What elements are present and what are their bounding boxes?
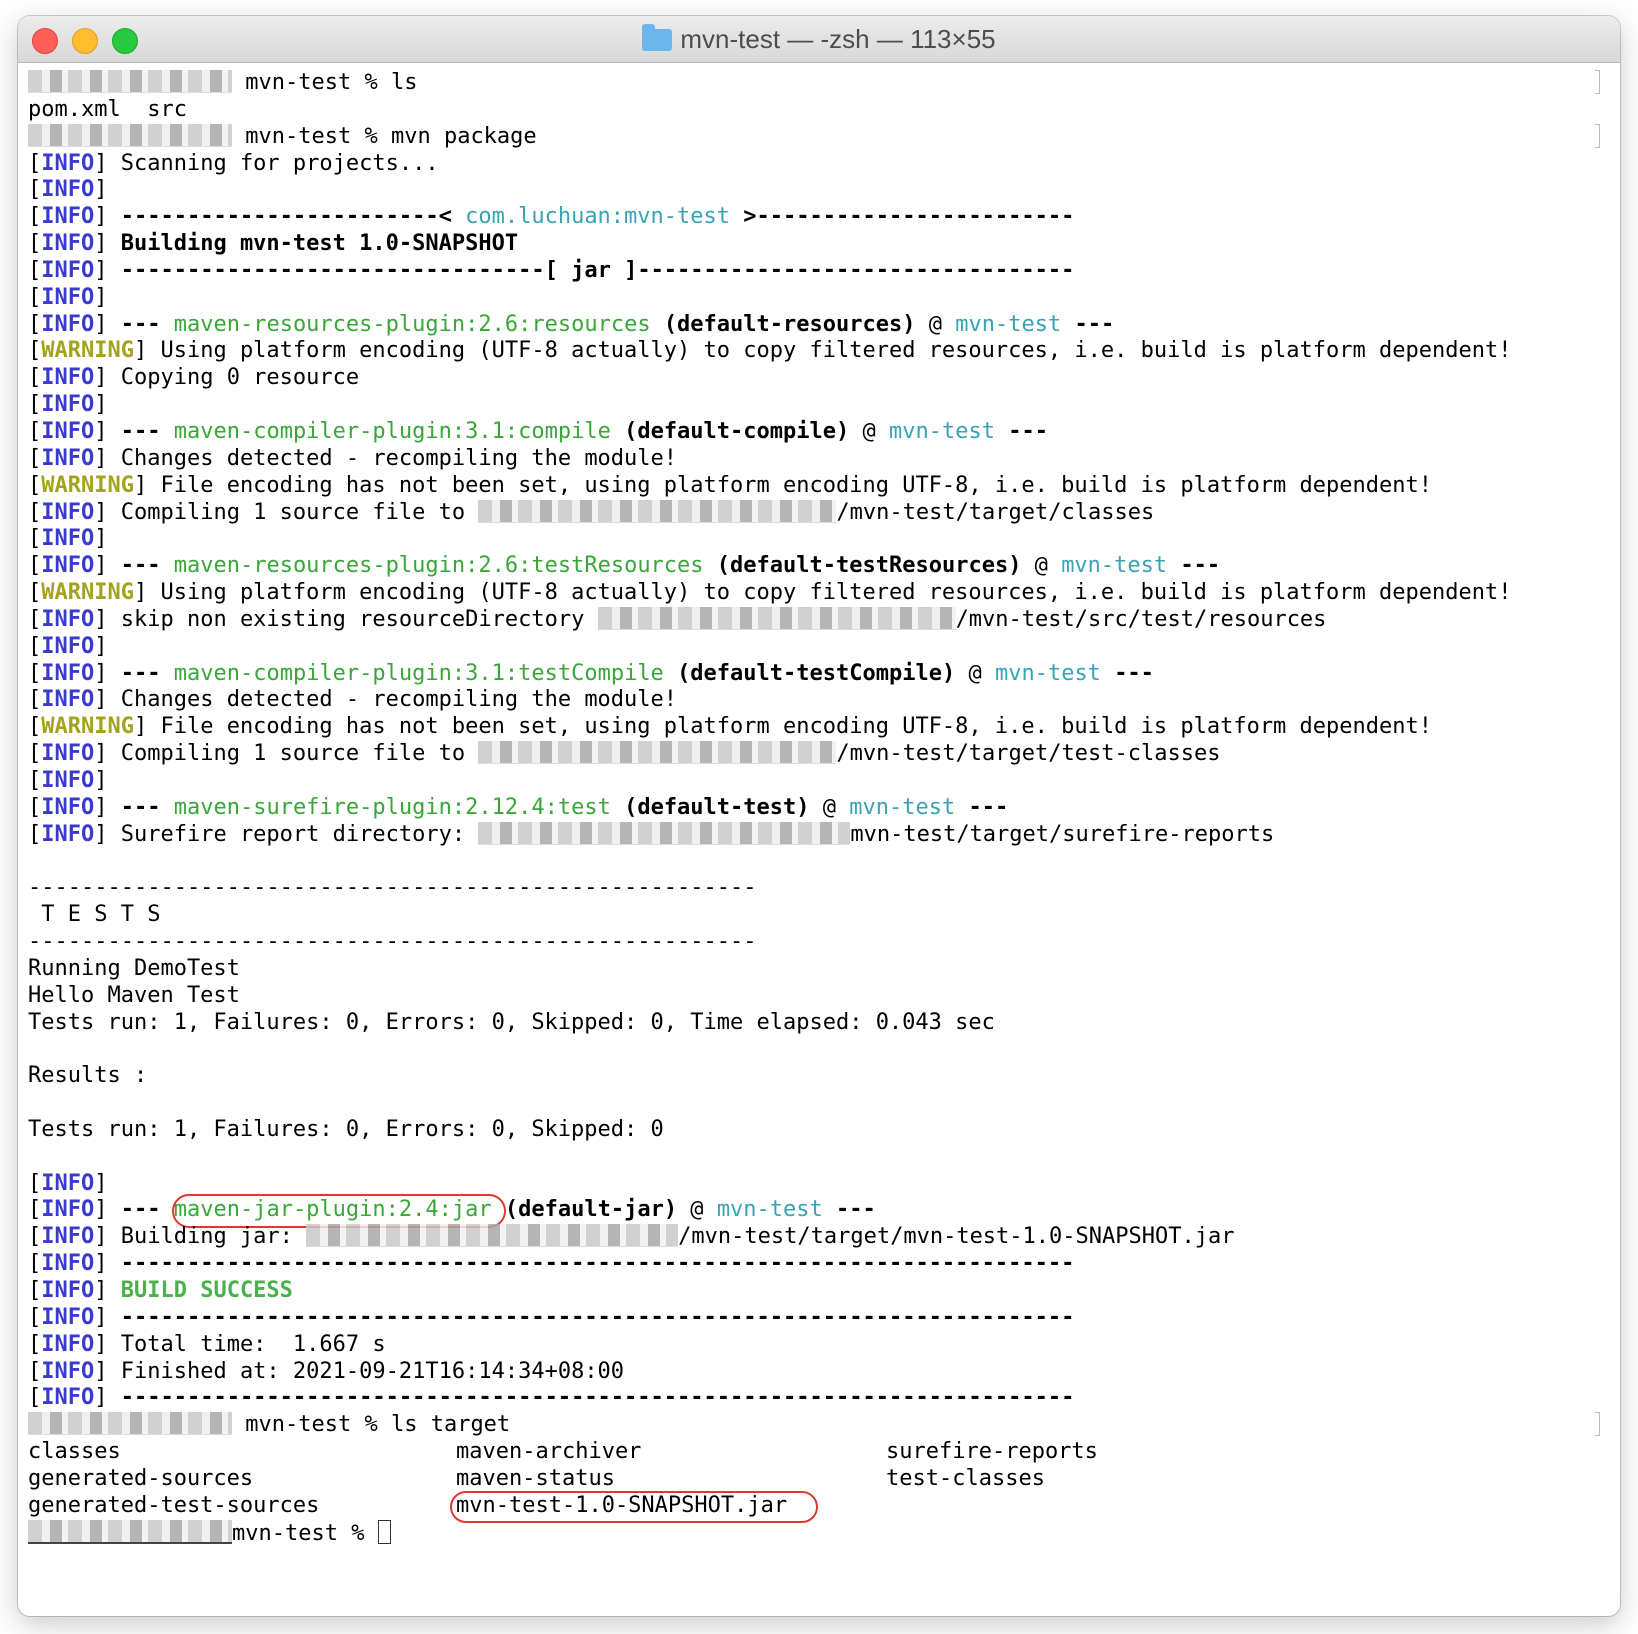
log-line: [INFO] Compiling 1 source file to /mvn-t… [28, 741, 1221, 767]
build-status: BUILD SUCCESS [120, 1277, 293, 1303]
test-stdout: Hello Maven Test [28, 982, 240, 1008]
redacted-path [478, 499, 837, 523]
list-item: maven-status [456, 1465, 615, 1491]
log-line: [INFO] BUILD SUCCESS [28, 1277, 293, 1303]
cursor-icon[interactable] [377, 1519, 391, 1544]
terminal-output[interactable]: mvn-test % ls pom.xml src mvn-test % mvn… [28, 70, 1612, 1546]
target-listing-row: classes maven-archiver surefire-reports [28, 1439, 1612, 1466]
target-listing-row: generated-test-sources mvn-test-1.0-SNAP… [28, 1490, 1612, 1523]
log-line: [INFO] --- maven-surefire-plugin:2.12.4:… [28, 794, 1009, 820]
log-line: [INFO] ---------------------------------… [28, 1251, 1075, 1277]
test-totals: Tests run: 1, Failures: 0, Errors: 0, Sk… [28, 1116, 664, 1142]
mark-bracket [1595, 123, 1600, 148]
test-summary: Tests run: 1, Failures: 0, Errors: 0, Sk… [28, 1009, 995, 1035]
test-running: Running DemoTest [28, 955, 240, 981]
prompt-line: mvn-test % [28, 1519, 1612, 1547]
tests-separator: ----------------------------------------… [28, 929, 757, 954]
redacted-path [306, 1224, 679, 1248]
target-listing-row: generated-sources maven-status test-clas… [28, 1466, 1612, 1493]
redacted-user-host [28, 1412, 232, 1436]
redacted-path [478, 821, 851, 845]
prompt-line: mvn-test % ls target [28, 1412, 1612, 1439]
log-line: [WARNING] Using platform encoding (UTF-8… [28, 580, 1512, 606]
log-line: [WARNING] File encoding has not been set… [28, 714, 1432, 740]
log-line: [INFO] [28, 1170, 108, 1196]
log-line: [INFO] Building mvn-test 1.0-SNAPSHOT [28, 231, 519, 257]
log-line: [INFO] --- maven-resources-plugin:2.6:te… [28, 553, 1221, 579]
prompt-line: mvn-test % ls [28, 70, 1612, 97]
log-line: [INFO] Compiling 1 source file to /mvn-t… [28, 499, 1155, 525]
log-line: [INFO] skip non existing resourceDirecto… [28, 606, 1327, 632]
log-line: [INFO] [28, 177, 108, 203]
log-line: [INFO] Building jar: /mvn-test/target/mv… [28, 1224, 1235, 1250]
log-line: [WARNING] File encoding has not been set… [28, 472, 1432, 498]
redacted-user-host [28, 1519, 232, 1544]
log-line: [INFO] --- maven-resources-plugin:2.6:re… [28, 311, 1115, 337]
redacted-user-host [28, 70, 232, 93]
window-title: mvn-test — -zsh — 113×55 [18, 16, 1620, 62]
log-line: [INFO] [28, 767, 108, 793]
log-line: [INFO] Surefire report directory: mvn-te… [28, 821, 1275, 847]
redacted-user-host [28, 123, 232, 147]
mark-bracket [1595, 70, 1600, 94]
redacted-path [597, 606, 956, 630]
mark-bracket [1595, 1412, 1600, 1437]
log-line: [INFO] ---------------------------------… [28, 1304, 1075, 1330]
ls-output: pom.xml src [28, 96, 187, 122]
tests-separator: ----------------------------------------… [28, 875, 757, 901]
log-line: [INFO] ------------------------< com.luc… [28, 204, 1075, 230]
log-line: [INFO] Finished at: 2021-09-21T16:14:34+… [28, 1358, 625, 1384]
log-line: [INFO] [28, 633, 108, 659]
log-line: [INFO] --- maven-compiler-plugin:3.1:com… [28, 418, 1048, 444]
log-line: [INFO] [28, 392, 108, 418]
results-label: Results : [28, 1063, 148, 1089]
list-item: test-classes [886, 1465, 1045, 1491]
folder-icon [642, 24, 673, 51]
log-line: [INFO] Copying 0 resource [28, 365, 360, 391]
log-line: [INFO] --------------------------------[… [28, 257, 1075, 283]
log-line: [INFO] Changes detected - recompiling th… [28, 687, 678, 713]
log-line: [INFO] Changes detected - recompiling th… [28, 445, 678, 471]
log-line: [INFO] [28, 284, 108, 310]
log-line: [INFO] Total time: 1.667 s [28, 1331, 386, 1357]
log-line: [INFO] [28, 526, 108, 552]
list-item: mvn-test-1.0-SNAPSHOT.jar [456, 1492, 788, 1518]
prompt-line: mvn-test % mvn package [28, 123, 1612, 151]
list-item: classes [28, 1439, 121, 1465]
list-item: maven-archiver [456, 1439, 642, 1465]
list-item: surefire-reports [886, 1439, 1098, 1465]
log-line: [INFO] Scanning for projects... [28, 150, 439, 176]
title-bar[interactable]: mvn-test — -zsh — 113×55 [18, 16, 1620, 63]
redacted-path [478, 741, 837, 765]
log-line: [INFO] ---------------------------------… [28, 1385, 1075, 1411]
log-line: [WARNING] Using platform encoding (UTF-8… [28, 338, 1512, 364]
log-line: [INFO] --- maven-jar-plugin:2.4:jar (def… [28, 1194, 1612, 1229]
terminal-window: mvn-test — -zsh — 113×55 mvn-test % ls p… [18, 16, 1620, 1616]
list-item: generated-sources [28, 1465, 254, 1491]
tests-header: T E S T S [28, 902, 161, 928]
list-item: generated-test-sources [28, 1492, 320, 1518]
log-line: [INFO] --- maven-compiler-plugin:3.1:tes… [28, 660, 1154, 686]
